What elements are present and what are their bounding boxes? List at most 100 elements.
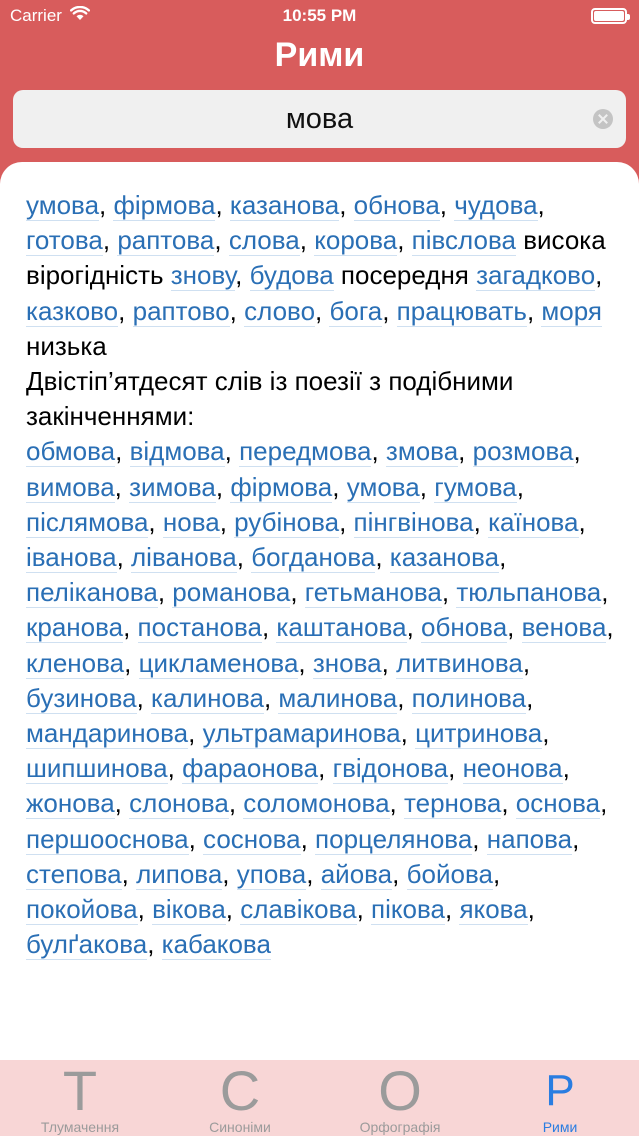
rhyme-word-link[interactable]: кабакова xyxy=(161,929,271,961)
rhyme-word-link[interactable]: змова xyxy=(385,436,459,468)
rhyme-word-link[interactable]: жонова xyxy=(26,788,115,820)
poetry-rhymes: обмова, відмова, передмова, змова, розмо… xyxy=(26,436,614,961)
rhyme-word-link[interactable]: слонова xyxy=(129,788,229,820)
rhyme-word-link[interactable]: шипшинова xyxy=(26,753,168,785)
rhyme-word-link[interactable]: загадково xyxy=(476,260,596,292)
rhyme-word-link[interactable]: іванова xyxy=(26,542,117,574)
rhyme-word-link[interactable]: степова xyxy=(26,858,122,890)
rhyme-word-link[interactable]: обнова xyxy=(353,190,440,221)
rhyme-word-link[interactable]: розмова xyxy=(472,436,574,468)
rhyme-word-link[interactable]: романова xyxy=(172,577,291,609)
low-probability-label: низька xyxy=(26,330,107,361)
rhyme-word-link[interactable]: казково xyxy=(26,295,119,327)
rhyme-word-link[interactable]: фірмова xyxy=(113,190,216,221)
rhyme-word-link[interactable]: відмова xyxy=(129,436,225,468)
rhyme-word-link[interactable]: раптова xyxy=(117,225,215,257)
rhyme-word-link[interactable]: славікова xyxy=(240,894,357,926)
rhyme-word-link[interactable]: пеліканова xyxy=(26,577,158,609)
clear-icon[interactable] xyxy=(593,109,613,129)
rhyme-word-link[interactable]: бузинова xyxy=(26,682,137,714)
tab-synonyms[interactable]: С Синоніми xyxy=(160,1060,320,1136)
search-field[interactable] xyxy=(13,90,626,148)
clock: 10:55 PM xyxy=(282,6,357,25)
rhyme-word-link[interactable]: тюльпанова xyxy=(456,577,602,609)
rhyme-word-link[interactable]: обмова xyxy=(26,436,116,468)
rhyme-word-link[interactable]: каштанова xyxy=(276,612,407,644)
rhyme-word-link[interactable]: неонова xyxy=(462,753,563,785)
rhyme-word-link[interactable]: знова xyxy=(312,647,382,679)
rhyme-word-link[interactable]: фараонова xyxy=(182,753,319,785)
rhyme-word-link[interactable]: знову xyxy=(170,260,236,292)
rhyme-word-link[interactable]: гумова xyxy=(434,471,517,503)
rhyme-word-link[interactable]: соломонова xyxy=(243,788,390,820)
rhyme-word-link[interactable]: слово xyxy=(244,295,316,327)
rhyme-word-link[interactable]: ліванова xyxy=(131,542,237,574)
rhyme-word-link[interactable]: бойова xyxy=(406,858,493,890)
rhyme-word-link[interactable]: айова xyxy=(320,858,393,890)
rhyme-word-link[interactable]: полинова xyxy=(411,682,527,714)
rhyme-word-link[interactable]: пікова xyxy=(371,894,445,926)
rhyme-word-link[interactable]: напова xyxy=(486,823,573,855)
rhyme-word-link[interactable]: нова xyxy=(162,506,220,538)
rhyme-word-link[interactable]: вікова xyxy=(152,894,226,926)
rhyme-word-link[interactable]: готова xyxy=(26,225,103,257)
rhyme-word-link[interactable]: вимова xyxy=(26,471,115,503)
rhyme-word-link[interactable]: богданова xyxy=(251,542,376,574)
rhyme-word-link[interactable]: мандаринова xyxy=(26,718,189,750)
rhyme-word-link[interactable]: соснова xyxy=(203,823,301,855)
tab-rhymes[interactable]: Р Рими xyxy=(480,1060,639,1136)
rhyme-word-link[interactable]: казанова xyxy=(389,542,500,574)
rhyme-word-link[interactable]: булґакова xyxy=(26,929,148,961)
rhyme-word-link[interactable]: рубінова xyxy=(234,506,340,538)
rhyme-word-link[interactable]: чудова xyxy=(454,190,538,221)
rhyme-word-link[interactable]: кленова xyxy=(26,647,125,679)
letter-o-icon: О xyxy=(378,1059,422,1122)
rhyme-word-link[interactable]: першооснова xyxy=(26,823,189,855)
rhyme-word-link[interactable]: моря xyxy=(541,295,602,327)
rhyme-word-link[interactable]: ультрамаринова xyxy=(202,718,401,750)
rhyme-word-link[interactable]: післямова xyxy=(26,506,149,538)
rhyme-word-link[interactable]: будова xyxy=(249,260,334,292)
rhyme-word-link[interactable]: казанова xyxy=(229,190,340,221)
rhyme-word-link[interactable]: кранова xyxy=(26,612,124,644)
rhyme-word-link[interactable]: працювать xyxy=(396,295,527,327)
rhyme-word-link[interactable]: бога xyxy=(329,295,383,327)
rhyme-word-link[interactable]: цитринова xyxy=(415,718,543,750)
rhyme-word-link[interactable]: липова xyxy=(136,858,223,890)
rhyme-word-link[interactable]: покойова xyxy=(26,894,138,926)
rhyme-word-link[interactable]: постанова xyxy=(137,612,262,644)
page-title: Рими xyxy=(274,36,365,74)
rhyme-word-link[interactable]: основа xyxy=(515,788,601,820)
rhyme-word-link[interactable]: обнова xyxy=(421,612,508,644)
high-rhymes: знову, будова xyxy=(170,260,334,292)
rhyme-word-link[interactable]: калинова xyxy=(151,682,264,714)
rhyme-word-link[interactable]: гвідонова xyxy=(332,753,449,785)
rhyme-word-link[interactable]: тернова xyxy=(404,788,502,820)
tab-definitions[interactable]: Т Тлумачення xyxy=(0,1060,160,1136)
rhyme-list: умова, фірмова, казанова, обнова, чудова… xyxy=(26,188,619,962)
rhyme-word-link[interactable]: якова xyxy=(459,894,528,926)
rhyme-word-link[interactable]: зимова xyxy=(129,471,216,503)
rhyme-word-link[interactable]: порцелянова xyxy=(315,823,473,855)
rhyme-word-link[interactable]: гетьманова xyxy=(304,577,442,609)
rhyme-word-link[interactable]: каїнова xyxy=(488,506,579,538)
rhyme-word-link[interactable]: півслова xyxy=(411,225,516,257)
rhyme-word-link[interactable]: раптово xyxy=(132,295,230,327)
rhyme-word-link[interactable]: литвинова xyxy=(396,647,523,679)
search-input[interactable] xyxy=(13,90,626,148)
rhyme-word-link[interactable]: умова xyxy=(26,190,100,221)
poetry-heading: Двістіп’ятдесят слів із поезії з подібни… xyxy=(26,366,514,432)
rhyme-word-link[interactable]: фірмова xyxy=(230,471,333,503)
rhyme-word-link[interactable]: цикламенова xyxy=(138,647,299,679)
tab-label: Синоніми xyxy=(209,1119,271,1135)
rhyme-word-link[interactable]: корова xyxy=(314,225,398,257)
rhyme-word-link[interactable]: умова xyxy=(346,471,420,503)
rhyme-word-link[interactable]: слова xyxy=(228,225,300,257)
tab-spelling[interactable]: О Орфографія xyxy=(320,1060,480,1136)
rhyme-word-link[interactable]: венова xyxy=(521,612,607,644)
rhyme-word-link[interactable]: пінгвінова xyxy=(353,506,474,538)
rhyme-word-link[interactable]: малинова xyxy=(278,682,398,714)
status-bar: Carrier 10:55 PM xyxy=(0,0,639,34)
rhyme-word-link[interactable]: упова xyxy=(236,858,307,890)
rhyme-word-link[interactable]: передмова xyxy=(239,436,372,468)
